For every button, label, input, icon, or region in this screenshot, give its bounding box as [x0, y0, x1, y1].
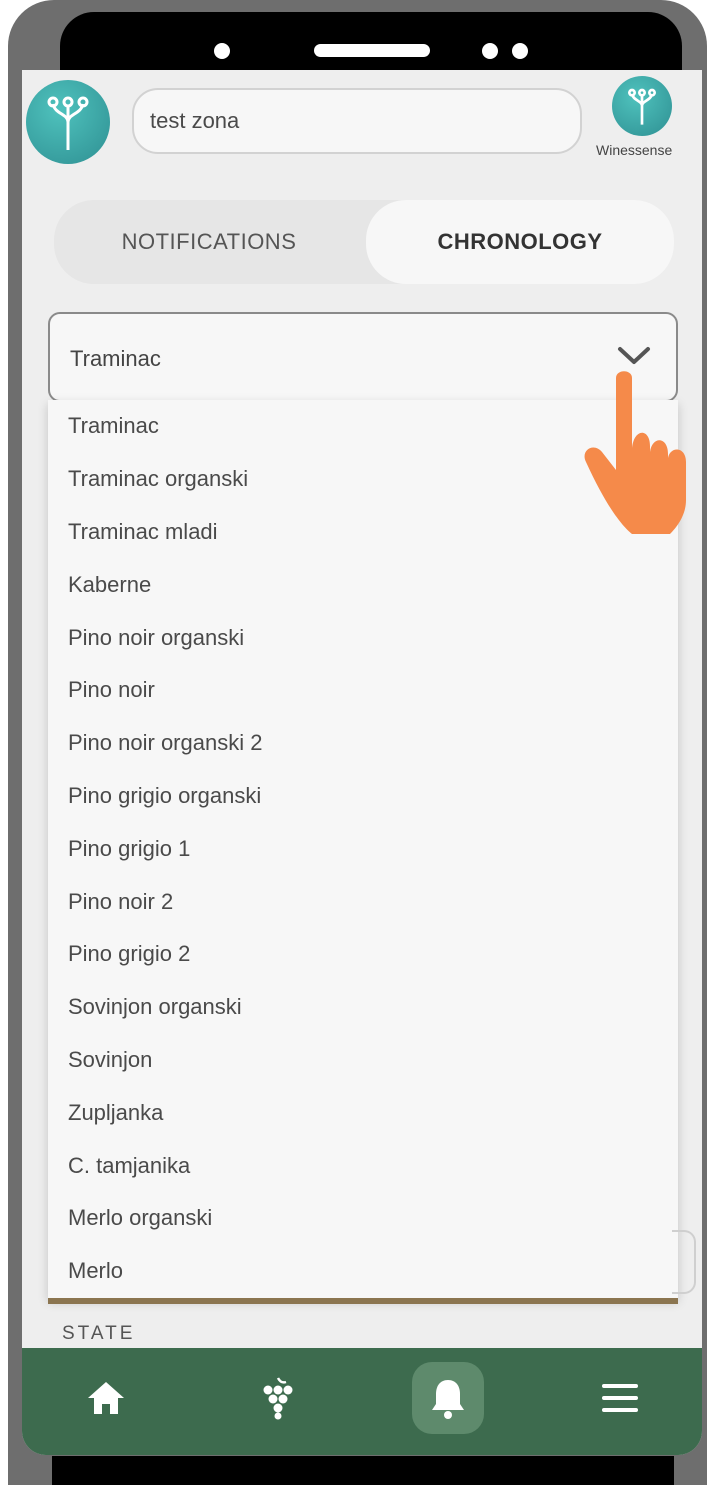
sensor-dot — [482, 43, 498, 59]
app-logo-icon[interactable] — [26, 80, 110, 164]
dropdown-option[interactable]: Sovinjon organski — [48, 981, 678, 1034]
dropdown-option[interactable]: Pino noir organski — [48, 611, 678, 664]
dropdown-option[interactable]: Pino noir organski 2 — [48, 717, 678, 770]
tree-icon — [47, 96, 89, 150]
app-screen: test zona Winessense NOTIFICATIONS CHRON… — [22, 70, 702, 1455]
dropdown-option[interactable]: Kaberne — [48, 558, 678, 611]
nav-home-button[interactable] — [70, 1362, 142, 1434]
variety-select-value: Traminac — [70, 346, 161, 371]
dropdown-option[interactable]: Pino noir — [48, 664, 678, 717]
tree-icon-small — [628, 88, 656, 125]
phone-bottom-bezel — [52, 1456, 674, 1485]
tab-bar: NOTIFICATIONS CHRONOLOGY — [54, 200, 674, 284]
sensor-dot-2 — [512, 43, 528, 59]
pointing-hand-icon — [584, 371, 686, 534]
zone-input[interactable]: test zona — [132, 88, 582, 154]
brand-logo-icon — [612, 76, 672, 136]
zone-input-value: test zona — [150, 108, 240, 133]
menu-icon — [602, 1384, 638, 1412]
status-notch — [60, 12, 682, 70]
home-icon — [88, 1382, 124, 1414]
nav-notifications-button[interactable] — [412, 1362, 484, 1434]
dropdown-option[interactable]: Sovinjon — [48, 1034, 678, 1087]
card-edge — [672, 1230, 696, 1294]
nav-menu-button[interactable] — [584, 1362, 656, 1434]
grapes-icon — [263, 1377, 293, 1420]
dropdown-option[interactable]: Pino grigio 2 — [48, 928, 678, 981]
dropdown-option[interactable]: C. tamjanika — [48, 1139, 678, 1192]
dropdown-option[interactable]: Merlo — [48, 1245, 678, 1298]
nav-vineyard-button[interactable] — [242, 1362, 314, 1434]
speaker-slot — [314, 44, 430, 57]
section-label-state: STATE — [62, 1323, 136, 1344]
dropdown-option[interactable]: Zupljanka — [48, 1086, 678, 1139]
dropdown-bottom-border — [48, 1298, 678, 1304]
tab-notifications[interactable]: NOTIFICATIONS — [54, 200, 364, 284]
bell-icon — [432, 1380, 464, 1419]
dropdown-option[interactable]: Pino grigio 1 — [48, 822, 678, 875]
tab-chronology[interactable]: CHRONOLOGY — [366, 200, 674, 284]
dropdown-option[interactable]: Pino noir 2 — [48, 875, 678, 928]
bottom-navigation — [22, 1348, 702, 1455]
brand-label: Winessense — [596, 142, 673, 158]
camera-dot — [214, 43, 230, 59]
dropdown-option[interactable]: Merlo organski — [48, 1192, 678, 1245]
dropdown-option[interactable]: Pino grigio organski — [48, 770, 678, 823]
chevron-down-icon[interactable] — [616, 344, 652, 368]
